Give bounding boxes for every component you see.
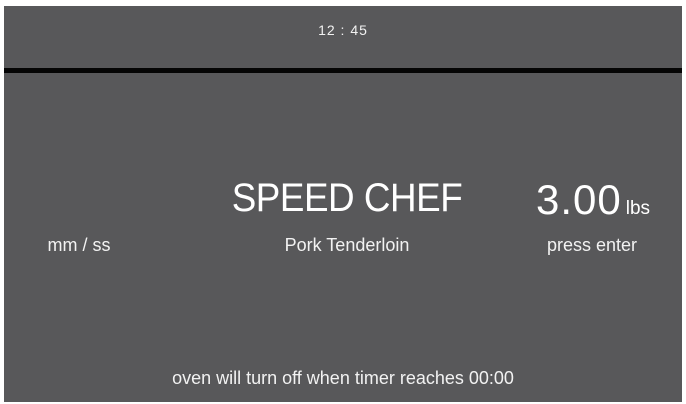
oven-display-screen: 12 : 45 SPEED CHEF 3.00 lbs mm / ss Pork … — [4, 6, 682, 402]
press-enter-prompt[interactable]: press enter — [524, 235, 660, 256]
timer-info-message: oven will turn off when timer reaches 00… — [172, 368, 514, 388]
weight-value: 3.00 — [536, 176, 622, 223]
recipe-name[interactable]: Pork Tenderloin — [204, 235, 490, 256]
time-format-label[interactable]: mm / ss — [24, 235, 134, 256]
mode-title: SPEED CHEF — [231, 176, 463, 220]
weight-readout[interactable]: 3.00 lbs — [536, 176, 650, 224]
clock: 12 : 45 — [318, 22, 368, 38]
weight-unit: lbs — [625, 198, 651, 219]
header-divider — [4, 68, 682, 73]
